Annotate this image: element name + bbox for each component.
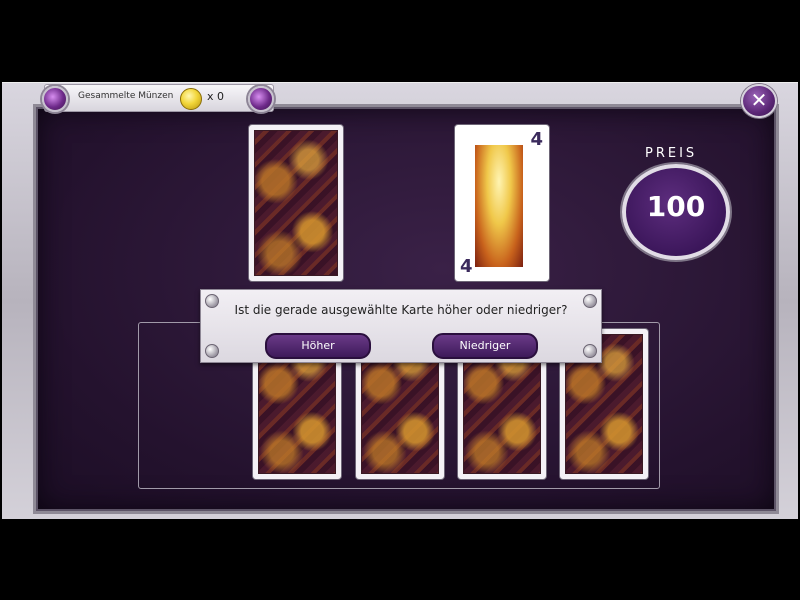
prize-value: 100 [646,190,706,223]
higher-lower-dialog: Ist die gerade ausgewählte Karte höher o… [200,289,602,363]
coins-label: Gesammelte Münzen [78,91,174,101]
card-rank-bottom: 4 [460,256,473,277]
lower-button[interactable]: Niedriger [432,333,538,359]
dialog-question: Ist die gerade ausgewählte Karte höher o… [234,303,568,317]
coins-count: x 0 [207,90,225,103]
close-button[interactable]: ✕ [741,84,777,118]
card-back-pattern [254,130,338,276]
card-rank-top: 4 [530,129,543,150]
higher-button[interactable]: Höher [265,333,371,359]
right-gem-ornament [248,86,274,112]
revealed-card: 4 4 [454,124,550,282]
deck-card-back [248,124,344,282]
rivet-icon [205,344,219,358]
prize-label: PREIS [645,146,698,161]
dragon-art-image [475,145,523,267]
left-gem-ornament [42,86,68,112]
coin-icon [180,88,202,110]
rivet-icon [583,344,597,358]
close-icon: ✕ [750,88,768,112]
